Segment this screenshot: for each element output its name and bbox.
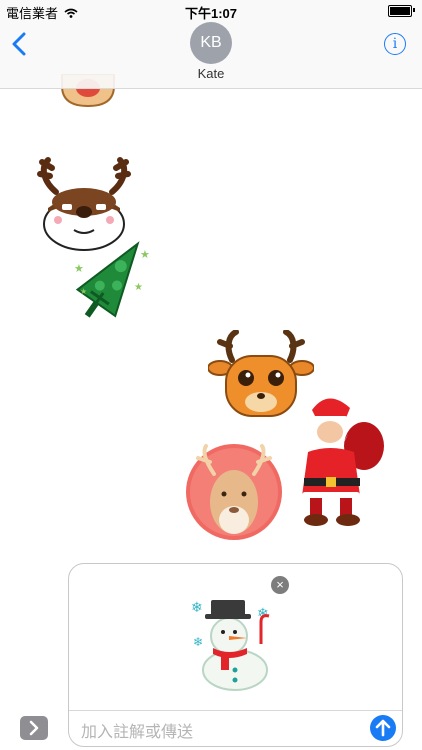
close-icon: × — [276, 577, 284, 592]
info-button[interactable]: i — [384, 33, 406, 55]
svg-text:❄: ❄ — [191, 599, 203, 615]
snowman-sticker: ❄ ❄ ❄ — [191, 599, 270, 691]
compose-field[interactable]: ❄ ❄ ❄ × 加入註解或傳送 — [68, 563, 403, 747]
chevron-right-icon — [29, 720, 39, 736]
avatar-initials: KB — [200, 34, 222, 51]
battery-icon — [388, 5, 412, 17]
contact-avatar[interactable]: KB — [190, 22, 232, 64]
arrow-up-icon — [375, 719, 391, 737]
send-button[interactable] — [370, 715, 396, 741]
contact-name[interactable]: Kate — [0, 66, 422, 81]
compose-divider — [69, 710, 402, 711]
remove-sticker-button[interactable]: × — [271, 576, 289, 594]
svg-text:★: ★ — [80, 287, 87, 296]
reindeer-circle-sticker[interactable] — [184, 440, 286, 544]
back-chevron-icon[interactable] — [10, 32, 30, 56]
svg-text:★: ★ — [140, 249, 150, 261]
svg-text:★: ★ — [134, 282, 143, 293]
svg-text:❄: ❄ — [193, 635, 203, 649]
conversation-header: 電信業者 下午1:07 KB Kate i — [0, 0, 422, 89]
santa-claus-sticker[interactable] — [292, 388, 388, 526]
christmas-tree-sticker[interactable]: ★ ★ ★ ★ — [70, 234, 156, 324]
expand-apps-button[interactable] — [20, 716, 48, 740]
svg-text:★: ★ — [74, 263, 84, 275]
status-bar: 電信業者 下午1:07 — [0, 0, 422, 22]
comment-input[interactable]: 加入註解或傳送 — [81, 718, 193, 742]
status-time: 下午1:07 — [184, 6, 238, 21]
info-icon: i — [392, 36, 398, 52]
